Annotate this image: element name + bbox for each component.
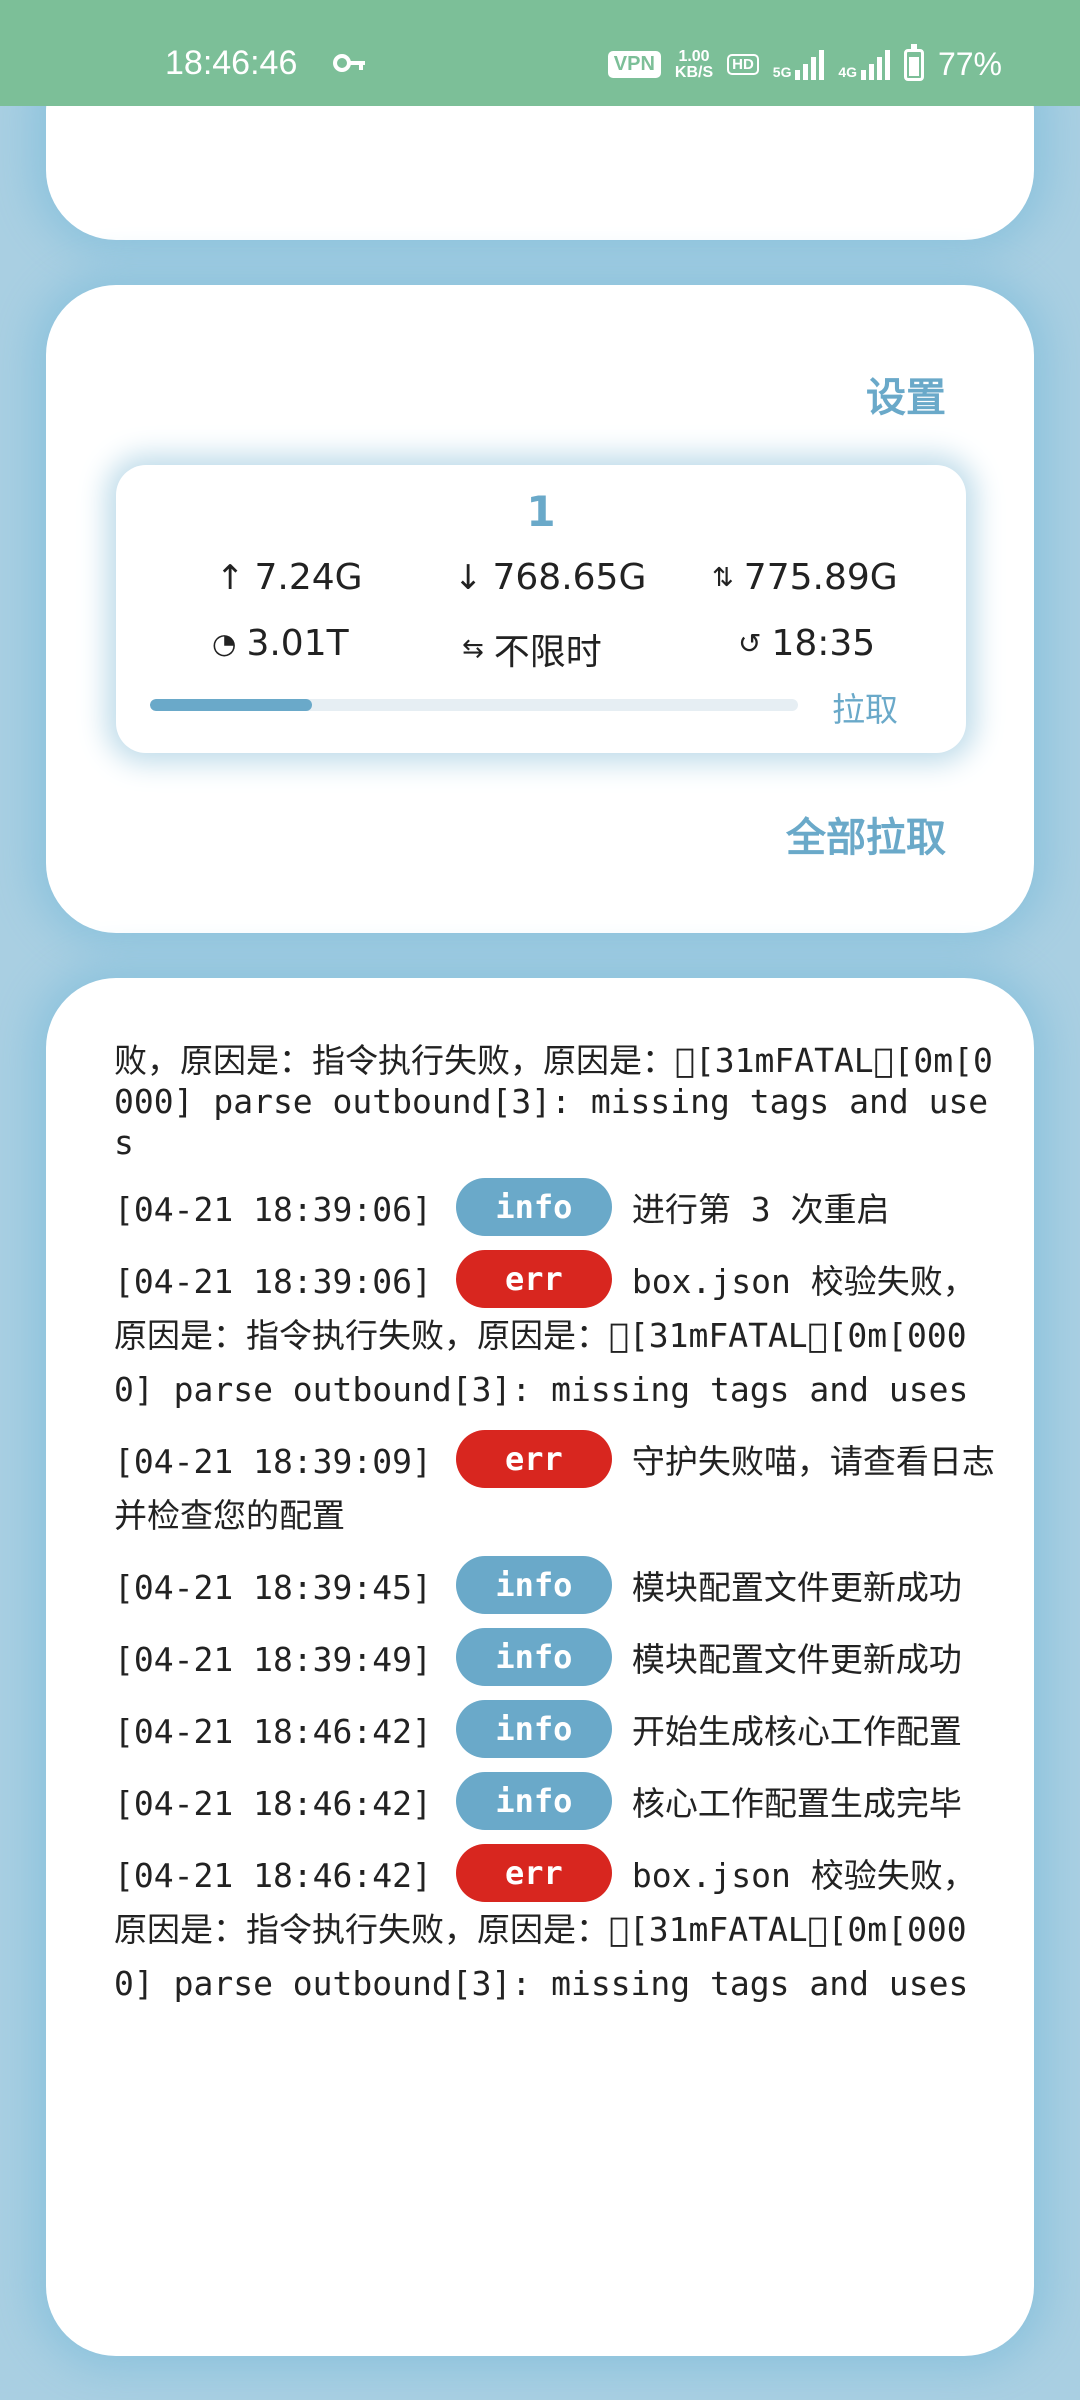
log-timestamp: [04-21 18:46:42] bbox=[114, 1856, 432, 1895]
net-type-1: 5G bbox=[772, 63, 792, 80]
vpn-icon: VPN bbox=[607, 51, 661, 78]
log-level-badge: info bbox=[455, 1177, 612, 1236]
quota-value: 3.01T bbox=[246, 623, 349, 664]
log-list[interactable]: 败，原因是：指令执行失败，原因是： [31mFATAL [0m[0000] pa… bbox=[114, 1040, 1004, 2029]
status-bar: 18:46:46 VPN 1.00 KB/S HD 5G 4G 77% bbox=[0, 0, 1080, 106]
log-message: 模块配置文件更新成功 bbox=[631, 1568, 962, 1607]
log-timestamp: [04-21 18:46:42] bbox=[114, 1784, 432, 1823]
quota-stat: ◔ 3.01T bbox=[212, 623, 349, 664]
log-message: 核心工作配置生成完毕 bbox=[631, 1784, 962, 1823]
subscription-item[interactable]: 1 ↑ 7.24G ↓ 768.65G ⇅ 775.89G ◔ 3.01T ⇆ … bbox=[116, 465, 966, 753]
log-entry: [04-21 18:46:42] err box.json 校验失败，原因是：指令执… bbox=[114, 1843, 1004, 2011]
expire-stat: ⇆ 不限时 bbox=[462, 623, 602, 675]
log-entry: [04-21 18:39:06] err box.json 校验失败，原因是：指令执… bbox=[114, 1249, 1004, 1417]
log-timestamp: [04-21 18:46:42] bbox=[114, 1712, 432, 1751]
log-message: 开始生成核心工作配置 bbox=[631, 1712, 962, 1751]
net-speed: 1.00 KB/S bbox=[674, 47, 714, 81]
swap-icon: ⇆ bbox=[462, 634, 484, 664]
pull-button[interactable]: 拉取 bbox=[832, 683, 898, 731]
hd-icon: HD bbox=[727, 54, 759, 75]
log-card[interactable]: 败，原因是：指令执行失败，原因是： [31mFATAL [0m[0000] pa… bbox=[46, 978, 1034, 2356]
log-entry: [04-21 18:46:42] info 开始生成核心工作配置 bbox=[114, 1699, 1004, 1759]
net-type-2: 4G bbox=[838, 63, 858, 80]
upload-stat: ↑ 7.24G bbox=[216, 557, 363, 598]
log-timestamp: [04-21 18:39:06] bbox=[114, 1262, 432, 1301]
settings-button[interactable]: 设置 bbox=[866, 365, 946, 423]
log-level-badge: err bbox=[455, 1249, 612, 1308]
log-message: 模块配置文件更新成功 bbox=[631, 1640, 962, 1679]
subscription-name: 1 bbox=[526, 487, 556, 536]
log-entry: [04-21 18:39:45] info 模块配置文件更新成功 bbox=[114, 1555, 1004, 1615]
log-timestamp: [04-21 18:39:49] bbox=[114, 1640, 432, 1679]
expire-value: 不限时 bbox=[493, 632, 602, 673]
up-down-arrows-icon: ⇅ bbox=[712, 562, 734, 593]
log-entry: [04-21 18:39:49] info 模块配置文件更新成功 bbox=[114, 1627, 1004, 1687]
status-time: 18:46:46 bbox=[165, 44, 298, 82]
download-value: 768.65G bbox=[492, 557, 647, 598]
log-level-badge: info bbox=[455, 1699, 612, 1758]
upload-value: 7.24G bbox=[254, 557, 363, 598]
log-level-badge: err bbox=[455, 1843, 612, 1902]
net-speed-unit: KB/S bbox=[674, 63, 714, 81]
arrow-down-icon: ↓ bbox=[454, 557, 483, 598]
arrow-up-icon: ↑ bbox=[216, 557, 245, 598]
update-stat: ↺ 18:35 bbox=[738, 623, 875, 664]
usage-progress-fill bbox=[150, 699, 312, 711]
signal-5g-icon: 5G bbox=[772, 49, 825, 80]
usage-progress-bar bbox=[150, 699, 798, 711]
pie-icon: ◔ bbox=[212, 627, 237, 660]
update-time-value: 18:35 bbox=[771, 623, 876, 664]
download-stat: ↓ 768.65G bbox=[454, 557, 646, 598]
pull-all-button[interactable]: 全部拉取 bbox=[786, 805, 946, 863]
log-entry: [04-21 18:39:06] info 进行第 3 次重启 bbox=[114, 1177, 1004, 1237]
total-used-stat: ⇅ 775.89G bbox=[712, 557, 898, 598]
key-icon bbox=[333, 54, 365, 72]
log-level-badge: err bbox=[455, 1429, 612, 1488]
status-icons: VPN 1.00 KB/S HD 5G 4G 77% bbox=[607, 43, 1002, 83]
log-entry: [04-21 18:46:42] info 核心工作配置生成完毕 bbox=[114, 1771, 1004, 1831]
log-timestamp: [04-21 18:39:06] bbox=[114, 1190, 432, 1229]
log-message: 进行第 3 次重启 bbox=[631, 1190, 890, 1229]
used-value: 775.89G bbox=[743, 557, 898, 598]
log-entry: [04-21 18:39:09] err 守护失败喵，请查看日志并检查您的配置 bbox=[114, 1429, 1004, 1543]
subscription-card: 设置 1 ↑ 7.24G ↓ 768.65G ⇅ 775.89G ◔ 3.01T… bbox=[46, 285, 1034, 933]
log-timestamp: [04-21 18:39:45] bbox=[114, 1568, 432, 1607]
log-continuation: 败，原因是：指令执行失败，原因是： [31mFATAL [0m[0000] pa… bbox=[114, 1041, 993, 1162]
log-level-badge: info bbox=[455, 1771, 612, 1830]
net-speed-value: 1.00 bbox=[678, 47, 710, 65]
log-level-badge: info bbox=[455, 1627, 612, 1686]
refresh-icon: ↺ bbox=[738, 627, 762, 660]
battery-percent: 77% bbox=[937, 46, 1002, 82]
signal-4g-icon: 4G bbox=[838, 49, 890, 80]
log-timestamp: [04-21 18:39:09] bbox=[114, 1442, 432, 1481]
battery-icon bbox=[903, 43, 924, 81]
log-level-badge: info bbox=[455, 1555, 612, 1614]
